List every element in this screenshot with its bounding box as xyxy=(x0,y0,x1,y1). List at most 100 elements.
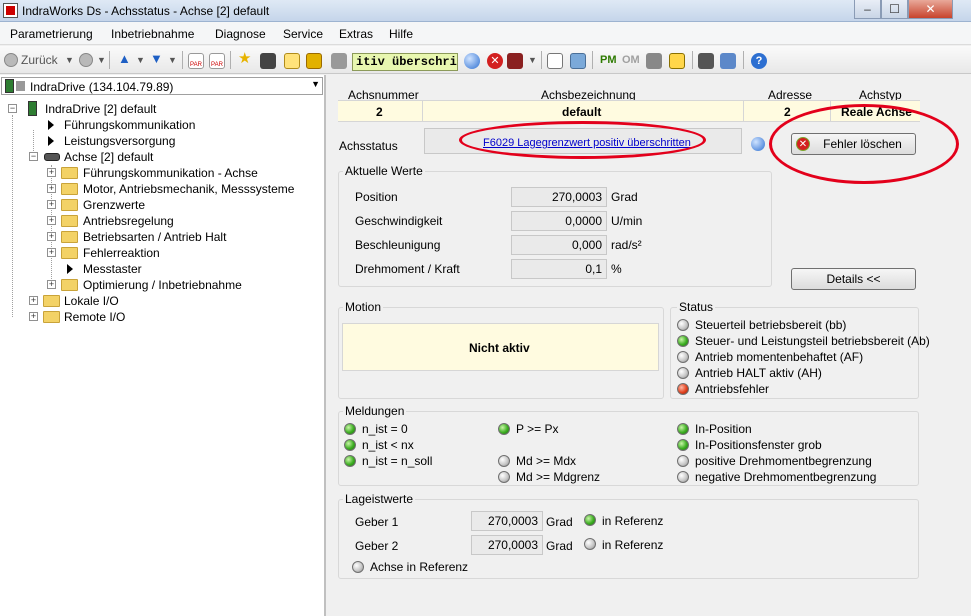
meldung-label: n_ist = n_soll xyxy=(362,454,433,468)
tree-expander[interactable]: + xyxy=(29,312,38,321)
adresse-value: 2 xyxy=(784,105,791,119)
tree-item-lokale-io[interactable]: Lokale I/O xyxy=(64,294,119,308)
drive-dropdown-icon[interactable]: ▼ xyxy=(528,50,537,70)
meldung-led xyxy=(677,455,689,467)
par-download-icon[interactable]: PAR xyxy=(209,53,225,69)
tree-expander[interactable]: + xyxy=(47,184,56,193)
tree-item-motor[interactable]: Motor, Antriebsmechanik, Messsysteme xyxy=(83,182,294,196)
meldung-led xyxy=(677,471,689,483)
device-select[interactable]: IndraDrive (134.104.79.89) ▼ xyxy=(1,77,323,95)
forward-dropdown-icon[interactable]: ▼ xyxy=(97,50,106,70)
achse-ref-led xyxy=(352,561,364,573)
meldung-led xyxy=(498,471,510,483)
tree-expander[interactable]: + xyxy=(47,200,56,209)
settings-badge-icon[interactable] xyxy=(306,53,322,69)
om-mode-button[interactable]: OM xyxy=(622,50,640,70)
meldung-label: positive Drehmomentbegrenzung xyxy=(695,454,872,468)
window-icon[interactable] xyxy=(720,53,736,69)
down-arrow-icon[interactable]: ▼ xyxy=(150,49,163,69)
menu-parametrierung[interactable]: Parametrierung xyxy=(10,27,93,41)
up-dropdown-icon[interactable]: ▼ xyxy=(136,50,145,70)
tree-expander[interactable]: − xyxy=(8,104,17,113)
status-label: Antrieb HALT aktiv (AH) xyxy=(695,366,822,380)
globe-icon[interactable] xyxy=(751,137,765,151)
binoculars-icon[interactable] xyxy=(260,53,276,69)
folder-icon xyxy=(61,183,78,195)
print-icon[interactable] xyxy=(570,53,586,69)
geschwindigkeit-value: 0,0000 xyxy=(511,211,607,231)
tree-expander[interactable]: + xyxy=(47,280,56,289)
star-icon[interactable]: ★ xyxy=(238,49,251,69)
clear-error-icon[interactable]: ✕ xyxy=(487,53,503,69)
tree-item-optimierung[interactable]: Optimierung / Inbetriebnahme xyxy=(83,278,242,292)
meldung-led xyxy=(344,439,356,451)
folder-icon xyxy=(61,279,78,291)
up-arrow-icon[interactable]: ▲ xyxy=(118,49,131,69)
tree-expander[interactable]: + xyxy=(47,216,56,225)
geschwindigkeit-label: Geschwindigkeit xyxy=(355,214,443,228)
achsnummer-value: 2 xyxy=(376,105,383,119)
pm-mode-button[interactable]: PM xyxy=(600,50,617,70)
drehmoment-label: Drehmoment / Kraft xyxy=(355,262,460,276)
tree-item-messtaster[interactable]: Messtaster xyxy=(83,262,142,276)
title-bar: IndraWorks Ds - Achsstatus - Achse [2] d… xyxy=(0,0,971,22)
calendar-icon[interactable] xyxy=(284,53,300,69)
geber-2-unit: Grad xyxy=(546,539,573,553)
details-button[interactable]: Details << xyxy=(791,268,916,290)
meldung-label: n_ist < nx xyxy=(362,438,414,452)
function-arrow-icon xyxy=(48,120,54,130)
back-dropdown-icon[interactable]: ▼ xyxy=(65,50,74,70)
tree-expander[interactable]: + xyxy=(47,232,56,241)
forward-arrow-icon[interactable] xyxy=(79,53,93,67)
tree-expander[interactable]: + xyxy=(47,168,56,177)
maximize-button[interactable]: ☐ xyxy=(881,0,908,19)
down-dropdown-icon[interactable]: ▼ xyxy=(168,50,177,70)
table-icon[interactable] xyxy=(646,53,662,69)
tree-item-grenzwerte[interactable]: Grenzwerte xyxy=(83,198,145,212)
status-label: Antrieb momentenbehaftet (AF) xyxy=(695,350,864,364)
signal-icon xyxy=(16,81,25,91)
menu-service[interactable]: Service xyxy=(283,27,323,41)
menu-diagnose[interactable]: Diagnose xyxy=(215,27,266,41)
drive-device-icon xyxy=(28,101,37,116)
tree-expander[interactable]: + xyxy=(47,248,56,257)
cycle-icon[interactable] xyxy=(669,53,685,69)
minimize-button[interactable]: – xyxy=(854,0,881,19)
tree-item-remote-io[interactable]: Remote I/O xyxy=(64,310,125,324)
device-select-value: IndraDrive (134.104.79.89) xyxy=(30,80,174,94)
drive-icon[interactable] xyxy=(507,53,523,69)
toolbar-text-field[interactable]: itiv überschri xyxy=(352,53,458,71)
menu-extras[interactable]: Extras xyxy=(339,27,373,41)
tree-item-fuehrungskommunikation-achse[interactable]: Führungskommunikation - Achse xyxy=(83,166,258,180)
tree-item-antriebsregelung[interactable]: Antriebsregelung xyxy=(83,214,174,228)
back-arrow-icon[interactable] xyxy=(4,53,18,67)
tree-item-fuehrungskommunikation[interactable]: Führungskommunikation xyxy=(64,118,195,132)
tree-item-indradrive[interactable]: IndraDrive [2] default xyxy=(45,102,156,116)
tree-expander[interactable]: + xyxy=(29,296,38,305)
chevron-down-icon[interactable]: ▼ xyxy=(311,79,320,89)
tree-item-achse[interactable]: Achse [2] default xyxy=(64,150,153,164)
help-icon[interactable]: ? xyxy=(751,53,767,69)
tree-item-fehlerreaktion[interactable]: Fehlerreaktion xyxy=(83,246,160,260)
tree-item-leistungsversorgung[interactable]: Leistungsversorgung xyxy=(64,134,175,148)
close-button[interactable]: ✕ xyxy=(908,0,953,19)
function-arrow-icon xyxy=(67,264,73,274)
toolbar-separator xyxy=(541,51,542,69)
meldung-label: P >= Px xyxy=(516,422,559,436)
device-icon[interactable] xyxy=(331,53,347,69)
tree-expander[interactable]: − xyxy=(29,152,38,161)
menu-inbetriebnahme[interactable]: Inbetriebnahme xyxy=(111,27,194,41)
menu-hilfe[interactable]: Hilfe xyxy=(389,27,413,41)
toolbar xyxy=(0,46,971,74)
folder-icon xyxy=(43,295,60,307)
aktuelle-werte-title: Aktuelle Werte xyxy=(343,164,425,178)
back-button[interactable]: Zurück xyxy=(21,50,58,70)
drive-device-icon xyxy=(5,79,14,93)
oscilloscope-icon[interactable] xyxy=(547,53,563,69)
par-upload-icon[interactable]: PAR xyxy=(188,53,204,69)
tree-item-betriebsarten[interactable]: Betriebsarten / Antrieb Halt xyxy=(83,230,226,244)
folder-icon xyxy=(43,311,60,323)
status-led xyxy=(677,383,689,395)
network-icon[interactable] xyxy=(698,53,714,69)
globe-icon[interactable] xyxy=(464,53,480,69)
